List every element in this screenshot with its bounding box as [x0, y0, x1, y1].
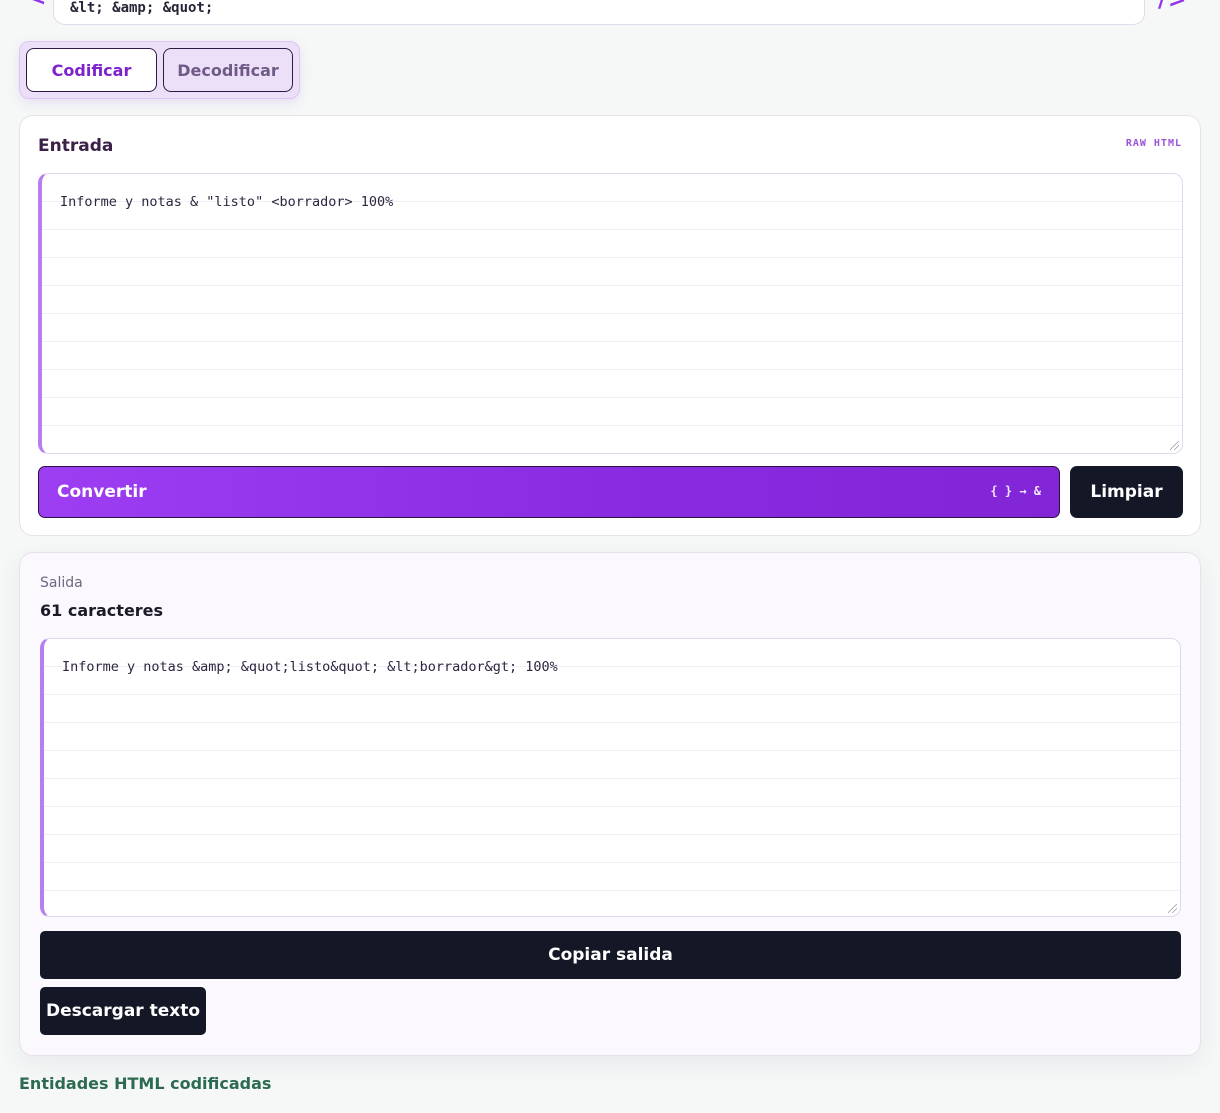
decode-button[interactable]: Decodificar	[163, 48, 293, 92]
input-textarea[interactable]: Informe y notas & "listo" <borrador> 100…	[38, 173, 1183, 454]
mode-toggle: Codificar Decodificar	[19, 41, 300, 99]
encoded-entities-link[interactable]: Entidades HTML codificadas	[19, 1074, 271, 1093]
clear-button[interactable]: Limpiar	[1070, 466, 1183, 518]
code-close-icon: />	[1158, 0, 1189, 13]
download-text-button[interactable]: Descargar texto	[40, 987, 206, 1035]
encode-button[interactable]: Codificar	[26, 48, 157, 92]
input-title: Entrada	[38, 136, 114, 156]
input-text: Informe y notas & "listo" <borrador> 100…	[60, 194, 394, 210]
output-card: Salida 61 caracteres Informe y notas &am…	[19, 552, 1201, 1056]
entity-example-field: &lt; &amp; &quot;	[53, 0, 1145, 25]
raw-html-badge: RAW HTML	[1125, 138, 1182, 149]
convert-label: Convertir	[57, 482, 147, 502]
chevron-left-icon: <	[28, 0, 46, 11]
entity-example-strip: < &lt; &amp; &quot; />	[0, 0, 1220, 30]
convert-hint: { } → &	[990, 484, 1041, 498]
convert-button[interactable]: Convertir { } → &	[38, 466, 1060, 518]
output-char-count: 61 caracteres	[40, 601, 164, 620]
output-label: Salida	[40, 575, 83, 591]
app-page: < &lt; &amp; &quot; /> Codificar Decodif…	[0, 0, 1220, 1113]
copy-output-button[interactable]: Copiar salida	[40, 931, 1181, 979]
output-textarea[interactable]: Informe y notas &amp; &quot;listo&quot; …	[40, 638, 1181, 917]
input-card: Entrada RAW HTML Informe y notas & "list…	[19, 115, 1201, 536]
output-text: Informe y notas &amp; &quot;listo&quot; …	[62, 659, 558, 675]
resize-handle-icon[interactable]	[1170, 441, 1179, 450]
resize-handle-icon[interactable]	[1168, 904, 1177, 913]
